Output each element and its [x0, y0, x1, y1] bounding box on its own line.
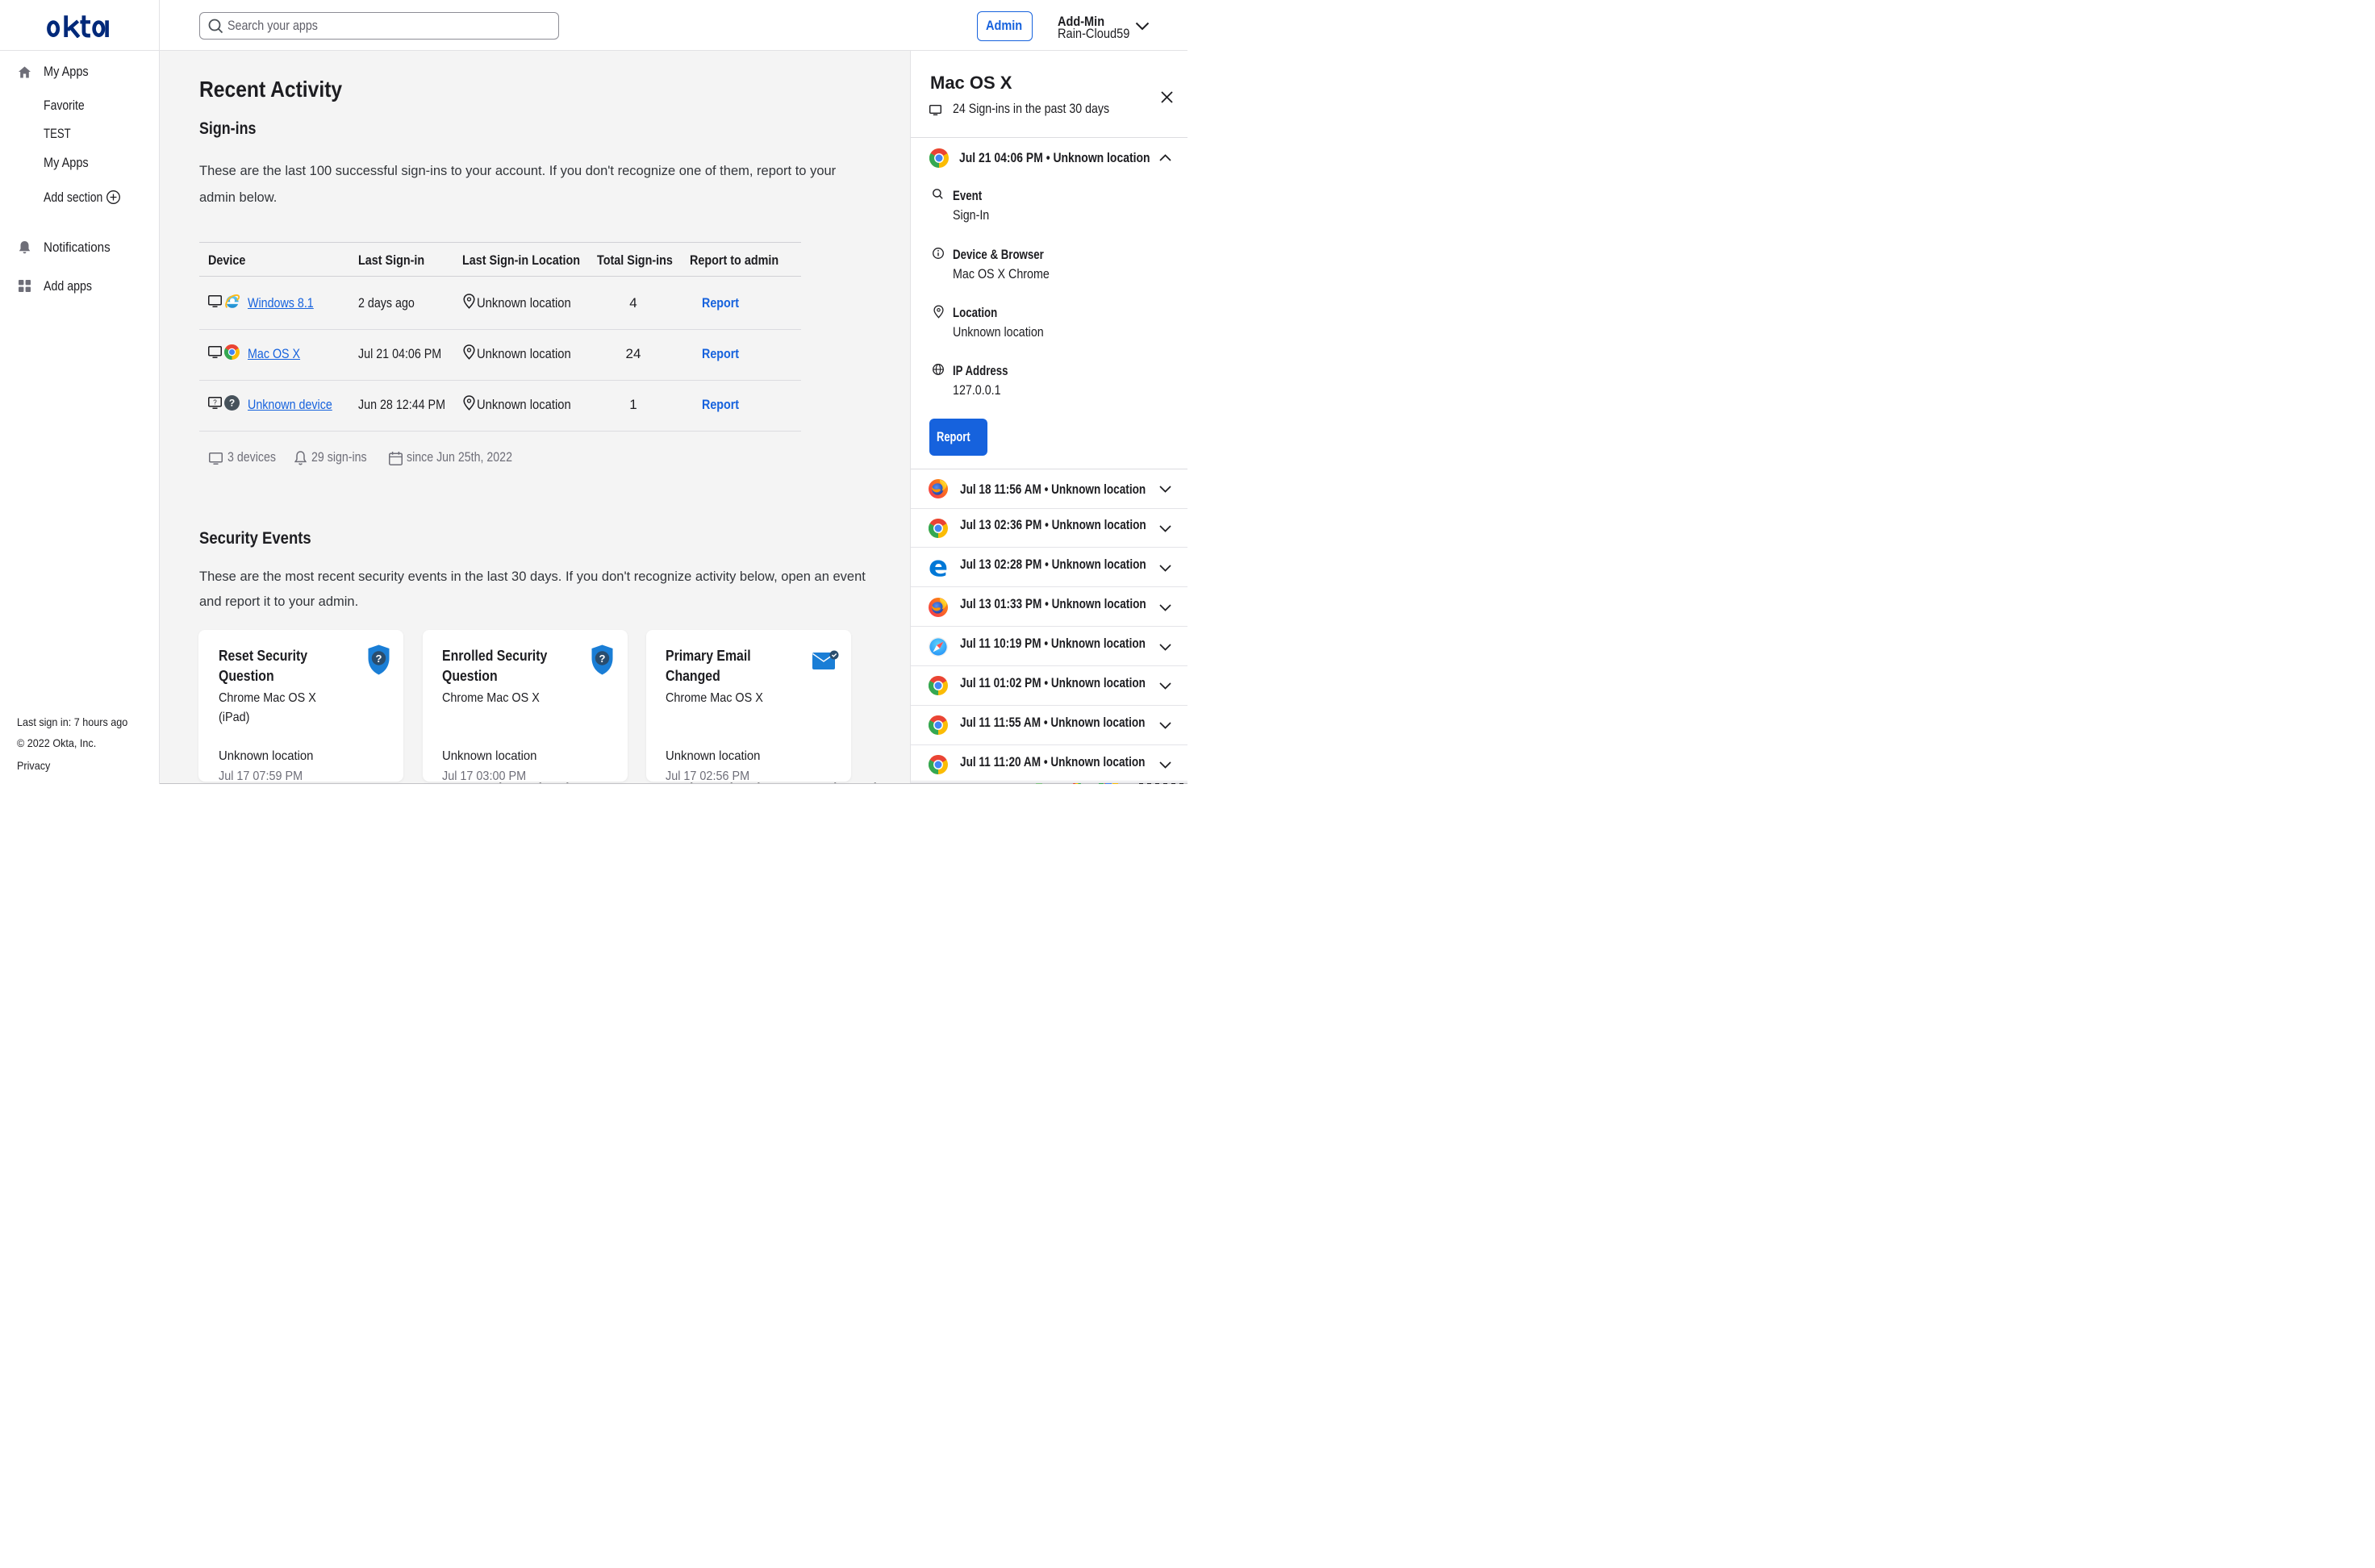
svg-text:?: ? — [376, 653, 382, 665]
svg-text:?: ? — [213, 399, 217, 407]
svg-text:?: ? — [229, 398, 235, 409]
svg-text:?: ? — [599, 653, 606, 665]
